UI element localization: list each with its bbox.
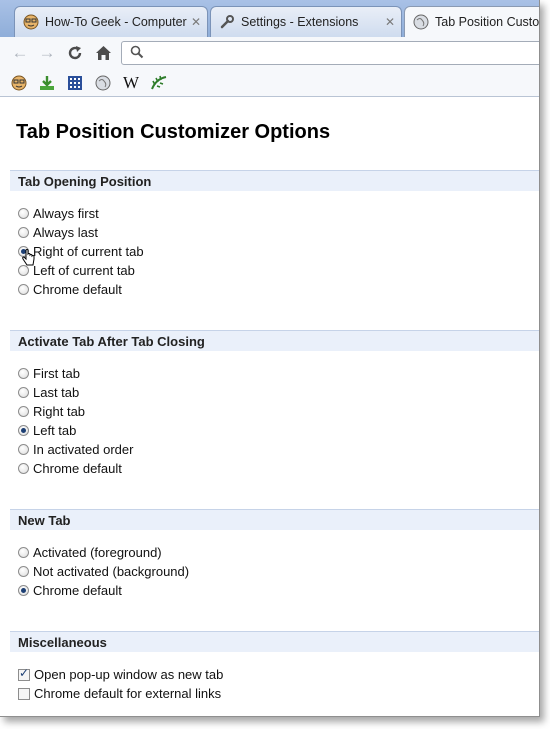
tab-tab-position-customizer[interactable]: Tab Position Custom [404, 6, 540, 37]
option-label: Chrome default [33, 583, 122, 598]
geek-face-icon [23, 14, 39, 30]
globe-icon [413, 14, 429, 30]
option-chrome-default[interactable]: Chrome default [18, 459, 122, 478]
search-icon [130, 45, 144, 64]
option-label: In activated order [33, 442, 134, 457]
option-not-activated-background[interactable]: Not activated (background) [18, 562, 189, 581]
option-label: First tab [33, 366, 80, 381]
download-icon[interactable] [37, 73, 57, 93]
option-last-tab[interactable]: Last tab [18, 383, 79, 402]
forward-arrow-icon[interactable]: → [36, 43, 58, 63]
option-left-tab[interactable]: Left tab [18, 421, 76, 440]
option-label: Left tab [33, 423, 77, 438]
radio-button[interactable] [18, 284, 29, 295]
option-label: Activated (foreground) [33, 545, 162, 560]
radio-button[interactable] [18, 444, 29, 455]
option-chrome-default[interactable]: Chrome default [18, 280, 122, 299]
tab-settings-extensions[interactable]: Settings - Extensions ✕ [210, 6, 402, 37]
radio-button[interactable] [18, 547, 29, 558]
geek-face-icon[interactable] [9, 73, 29, 93]
close-icon[interactable]: ✕ [189, 15, 203, 29]
section-header-tab-opening-position: Tab Opening Position [10, 170, 539, 191]
option-always-first[interactable]: Always first [18, 204, 99, 223]
option-label: Always last [33, 225, 99, 240]
wikipedia-icon[interactable]: W [121, 73, 141, 93]
radio-button[interactable] [18, 566, 29, 577]
option-first-tab[interactable]: First tab [18, 364, 80, 383]
omnibox-input[interactable] [150, 44, 534, 64]
hand-cursor-icon [22, 249, 36, 272]
page-title: Tab Position Customizer Options [16, 121, 331, 143]
bookmarks-bar: W [0, 69, 539, 97]
tab-title: Settings - Extensions [241, 15, 359, 29]
grid-icon[interactable] [65, 73, 85, 93]
section-header-new-tab: New Tab [10, 509, 539, 530]
radio-button[interactable] [18, 585, 29, 596]
radio-button[interactable] [18, 227, 29, 238]
checkbox[interactable] [18, 687, 30, 700]
home-icon[interactable] [92, 43, 114, 63]
option-chrome-default[interactable]: Chrome default [18, 581, 122, 600]
close-icon[interactable]: ✕ [383, 15, 397, 29]
checkbox[interactable] [18, 666, 30, 681]
option-right-of-current-tab[interactable]: Right of current tab [18, 242, 144, 261]
toolbar: ← → [0, 37, 539, 69]
tab-title: Tab Position Custom [435, 15, 540, 29]
option-label: Chrome default [33, 461, 122, 476]
radio-button[interactable] [18, 463, 29, 474]
option-label: Last tab [33, 385, 80, 400]
radio-button[interactable] [18, 387, 29, 398]
option-label: Open pop-up window as new tab [34, 667, 224, 682]
tab-howtogeek[interactable]: How-To Geek - Computer H ✕ [14, 6, 208, 37]
option-always-last[interactable]: Always last [18, 223, 98, 242]
options-page: Tab Position Customizer Options Tab Open… [0, 97, 539, 716]
back-arrow-icon[interactable]: ← [9, 43, 31, 63]
radio-button[interactable] [18, 208, 29, 219]
section-header-miscellaneous: Miscellaneous [10, 631, 539, 652]
radio-button[interactable] [18, 425, 29, 436]
option-label: Not activated (background) [33, 564, 190, 579]
option-label: Left of current tab [33, 263, 135, 278]
option-chrome-default-external-links[interactable]: Chrome default for external links [18, 684, 221, 703]
browser-window: How-To Geek - Computer H ✕ Settings - Ex… [0, 0, 540, 717]
option-in-activated-order[interactable]: In activated order [18, 440, 133, 459]
option-activated-foreground[interactable]: Activated (foreground) [18, 543, 162, 562]
radio-button[interactable] [18, 368, 29, 379]
tab-title: How-To Geek - Computer H [45, 15, 189, 29]
option-open-popup-as-new-tab[interactable]: Open pop-up window as new tab [18, 665, 223, 684]
fern-icon[interactable] [149, 73, 169, 93]
reload-icon[interactable] [64, 43, 86, 63]
option-label: Right of current tab [33, 244, 144, 259]
tab-strip: How-To Geek - Computer H ✕ Settings - Ex… [0, 0, 539, 37]
option-label: Chrome default for external links [34, 686, 222, 701]
omnibox[interactable] [121, 41, 539, 65]
section-header-activate-tab-after-closing: Activate Tab After Tab Closing [10, 330, 539, 351]
wrench-icon [219, 14, 235, 30]
option-label: Always first [33, 206, 99, 221]
option-right-tab[interactable]: Right tab [18, 402, 85, 421]
option-label: Chrome default [33, 282, 122, 297]
radio-button[interactable] [18, 406, 29, 417]
globe-icon[interactable] [93, 73, 113, 93]
option-label: Right tab [33, 404, 86, 419]
